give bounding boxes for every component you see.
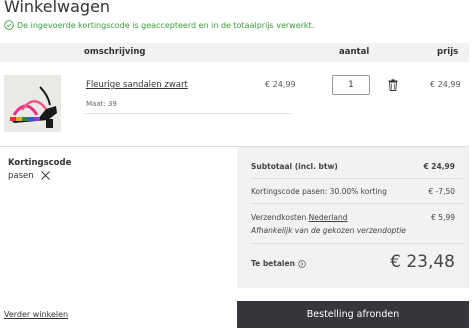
shipping-text: Verzendkosten — [251, 213, 307, 222]
check-circle-icon — [4, 20, 14, 30]
info-circle-icon[interactable] — [298, 259, 306, 268]
discount-value: € -7,50 — [428, 187, 455, 196]
row-divider — [84, 113, 291, 114]
product-size: Maat: 39 — [86, 100, 117, 108]
product-name-link[interactable]: Fleurige sandalen zwart — [86, 80, 188, 90]
total-label-text: Te betalen — [251, 259, 295, 268]
order-summary: Subtotaal (incl. btw) € 24,99 Kortingsco… — [237, 147, 469, 288]
shipping-country-link[interactable]: Nederland — [309, 213, 348, 222]
summary-divider — [251, 178, 463, 179]
product-total-price: € 24,99 — [430, 80, 461, 89]
summary-divider — [251, 243, 463, 244]
coupon-code: pasen — [8, 171, 34, 181]
discount-label: Kortingscode pasen: 30.00% korting — [251, 187, 387, 196]
trash-icon[interactable] — [388, 79, 398, 91]
success-notice: De ingevoerde kortingscode is geacceptee… — [4, 20, 314, 30]
sandal-image — [4, 75, 61, 132]
header-description: omschrijving — [84, 47, 146, 57]
header-price: prijs — [437, 47, 459, 57]
close-icon[interactable] — [40, 170, 51, 181]
quantity-input[interactable] — [332, 75, 370, 95]
continue-shopping-link[interactable]: Verder winkelen — [4, 310, 68, 319]
table-header: omschrijving aantal prijs — [0, 43, 469, 62]
product-unit-price: € 24,99 — [265, 80, 296, 89]
total-label: Te betalen — [251, 259, 306, 268]
notice-text: De ingevoerde kortingscode is geacceptee… — [17, 20, 315, 30]
shipping-note: Afhankelijk van de gekozen verzendoptie — [251, 226, 406, 235]
checkout-button[interactable]: Bestelling afronden — [237, 301, 469, 328]
shipping-value: € 5,99 — [431, 213, 455, 222]
product-image[interactable] — [4, 75, 61, 132]
summary-divider — [251, 203, 463, 204]
subtotal-value: € 24,99 — [423, 162, 455, 171]
shipping-label: Verzendkosten Nederland — [251, 213, 347, 222]
page-title: Winkelwagen — [4, 0, 111, 16]
total-value: € 23,48 — [390, 252, 455, 272]
subtotal-label: Subtotaal (incl. btw) — [251, 162, 338, 171]
coupon-title: Kortingscode — [8, 158, 72, 168]
header-quantity: aantal — [339, 47, 370, 57]
